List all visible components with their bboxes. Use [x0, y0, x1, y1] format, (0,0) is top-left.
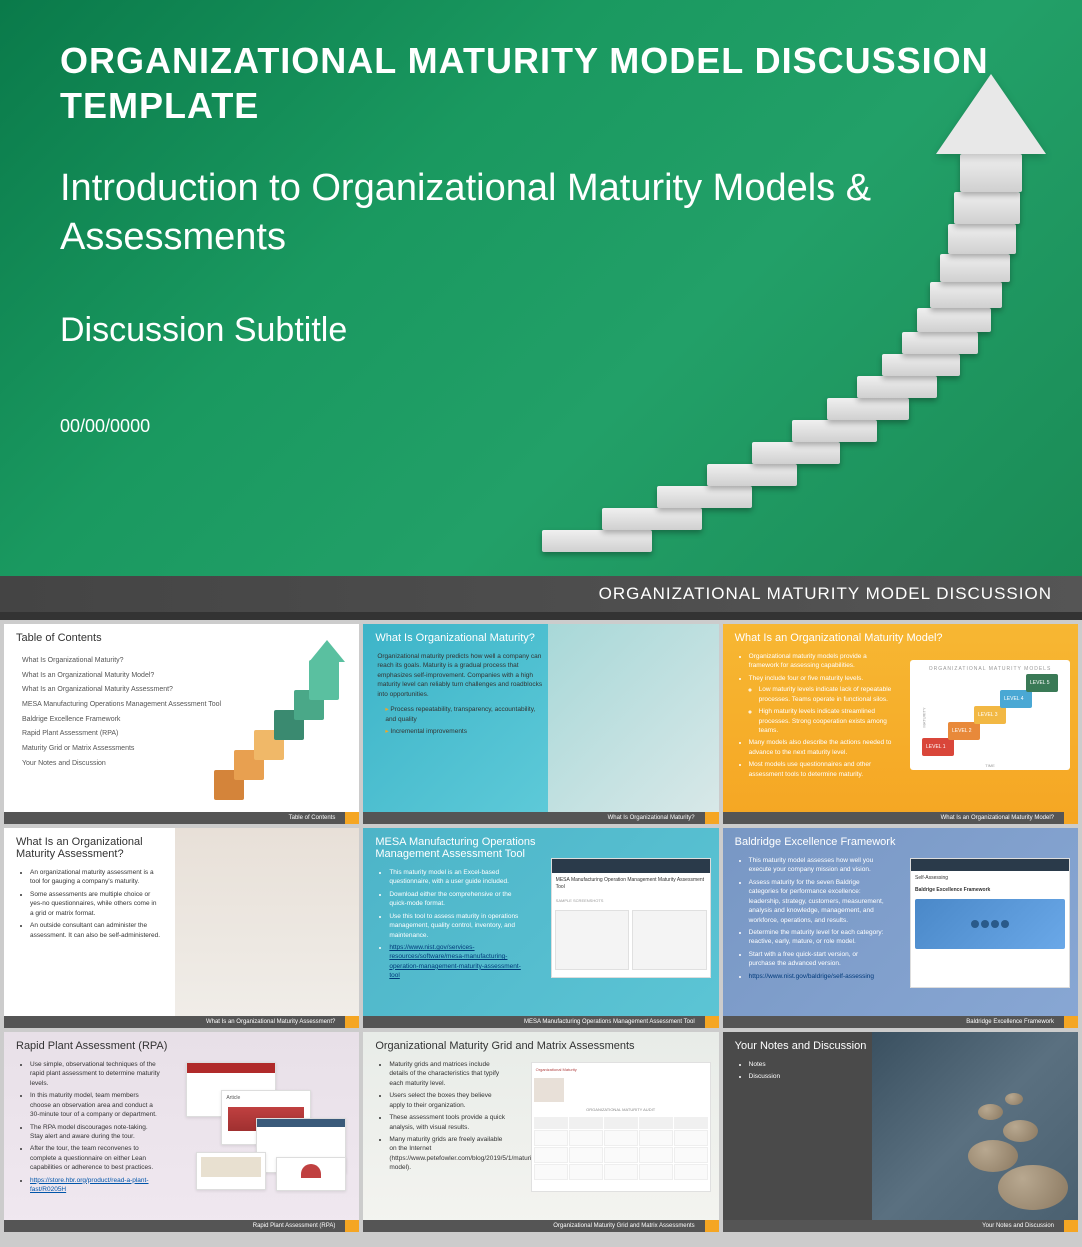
slide-rpa[interactable]: Article Rapid Plant Assessment (RPA) Use…	[4, 1032, 359, 1232]
maturity-levels-chart: ORGANIZATIONAL MATURITY MODELS MATURITY …	[910, 660, 1070, 770]
matrix-screenshot: Organizational Maturity ORGANIZATIONAL M…	[531, 1062, 711, 1192]
concrete-stairs-photo	[175, 828, 360, 1016]
presentation-subtitle-1: Introduction to Organizational Maturity …	[60, 164, 1022, 263]
rpa-link[interactable]: https://store.hbr.org/product/read-a-pla…	[30, 1177, 149, 1193]
slide-baldridge[interactable]: Self-Assessing Baldrige Excellence Frame…	[723, 828, 1078, 1028]
slide-maturity-assessment[interactable]: What Is an Organizational Maturity Asses…	[4, 828, 359, 1028]
rpa-screenshots: Article	[186, 1062, 351, 1192]
title-slide: ORGANIZATIONAL MATURITY MODEL DISCUSSION…	[0, 0, 1082, 620]
slide-notes-discussion[interactable]: Your Notes and Discussion Notes Discussi…	[723, 1032, 1078, 1232]
stairs-photo	[548, 624, 719, 812]
slide-grid-matrix[interactable]: Organizational Maturity ORGANIZATIONAL M…	[363, 1032, 718, 1232]
baldridge-screenshot: Self-Assessing Baldrige Excellence Frame…	[910, 858, 1070, 988]
toc-title: Table of Contents	[4, 624, 359, 648]
presentation-date: 00/00/0000	[60, 416, 1022, 437]
footer-label: ORGANIZATIONAL MATURITY MODEL DISCUSSION	[599, 584, 1052, 604]
presentation-subtitle-2: Discussion Subtitle	[60, 311, 1022, 350]
mesa-link[interactable]: https://www.nist.gov/services-resources/…	[389, 944, 521, 979]
toc-stairs-icon	[209, 654, 349, 810]
presentation-title: ORGANIZATIONAL MATURITY MODEL DISCUSSION…	[60, 38, 1022, 128]
slide-mesa-tool[interactable]: MESA Manufacturing Operation Management …	[363, 828, 718, 1028]
slide-thumbnails: Table of Contents What Is Organizational…	[0, 620, 1082, 1236]
stepping-stones-photo	[872, 1032, 1078, 1220]
slide-toc[interactable]: Table of Contents What Is Organizational…	[4, 624, 359, 824]
slide-maturity-model[interactable]: What Is an Organizational Maturity Model…	[723, 624, 1078, 824]
mesa-screenshot: MESA Manufacturing Operation Management …	[551, 858, 711, 978]
baldridge-link[interactable]: https://www.nist.gov/baldrige/self-asses…	[749, 973, 874, 980]
slide-what-is-maturity[interactable]: What Is Organizational Maturity? Organiz…	[363, 624, 718, 824]
